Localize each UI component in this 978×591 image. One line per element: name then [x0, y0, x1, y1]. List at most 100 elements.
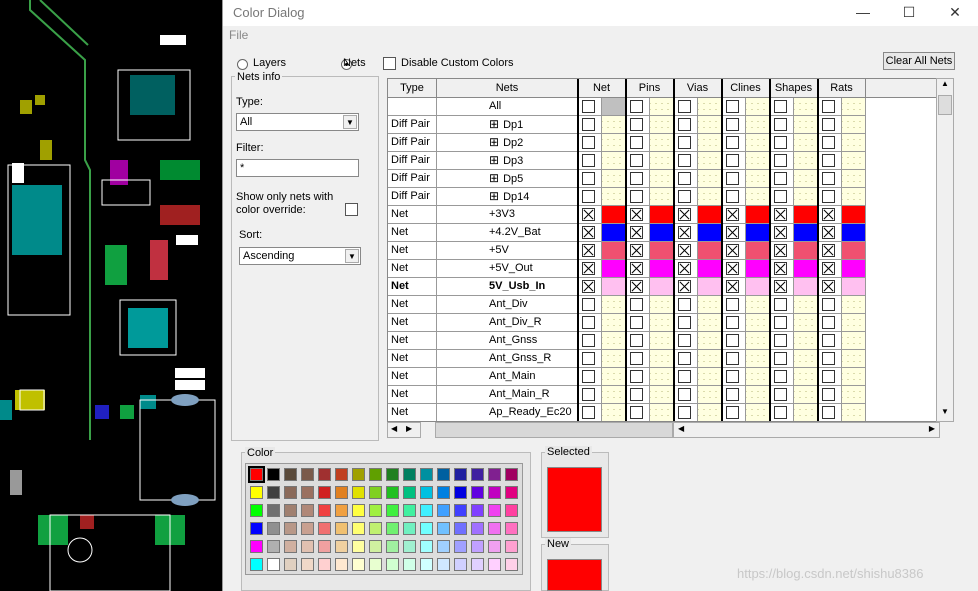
override-checkbox-cell[interactable]: [578, 296, 602, 314]
table-row[interactable]: Net +5V: [388, 242, 939, 260]
override-checkbox[interactable]: [630, 136, 643, 149]
palette-swatch[interactable]: [267, 486, 280, 499]
override-checkbox[interactable]: [630, 100, 643, 113]
override-checkbox-cell[interactable]: [818, 134, 842, 152]
palette-swatch[interactable]: [403, 540, 416, 553]
table-row[interactable]: Diff Pair ⊞ Dp14: [388, 188, 939, 206]
override-checkbox[interactable]: [822, 370, 835, 383]
override-checkbox-cell[interactable]: [722, 278, 746, 296]
color-swatch-cell[interactable]: [842, 350, 866, 368]
override-checkbox[interactable]: [630, 244, 643, 257]
color-swatch-cell[interactable]: [650, 296, 674, 314]
column-header[interactable]: Shapes: [770, 79, 818, 98]
color-swatch-cell[interactable]: [650, 368, 674, 386]
override-checkbox-cell[interactable]: [818, 332, 842, 350]
color-swatch-cell[interactable]: [794, 188, 818, 206]
palette-swatch[interactable]: [250, 558, 263, 571]
override-checkbox[interactable]: [726, 352, 739, 365]
color-swatch-cell[interactable]: [842, 314, 866, 332]
minimize-button[interactable]: —: [841, 0, 885, 26]
override-checkbox-cell[interactable]: [626, 152, 650, 170]
override-checkbox-cell[interactable]: [626, 98, 650, 116]
color-swatch-cell[interactable]: [650, 188, 674, 206]
palette-swatch[interactable]: [352, 504, 365, 517]
color-swatch-cell[interactable]: [794, 404, 818, 421]
override-checkbox-cell[interactable]: [770, 386, 794, 404]
palette-swatch[interactable]: [454, 522, 467, 535]
override-checkbox[interactable]: [726, 388, 739, 401]
color-swatch-cell[interactable]: [746, 368, 770, 386]
override-checkbox-cell[interactable]: [674, 134, 698, 152]
color-swatch-cell[interactable]: [650, 278, 674, 296]
override-checkbox-cell[interactable]: [722, 314, 746, 332]
override-checkbox[interactable]: [582, 190, 595, 203]
override-checkbox[interactable]: [822, 100, 835, 113]
override-checkbox[interactable]: [630, 406, 643, 419]
pcb-canvas[interactable]: [0, 0, 222, 591]
override-checkbox-cell[interactable]: [578, 170, 602, 188]
override-checkbox-cell[interactable]: [818, 260, 842, 278]
palette-swatch[interactable]: [386, 486, 399, 499]
palette-swatch[interactable]: [505, 486, 518, 499]
override-checkbox[interactable]: [582, 352, 595, 365]
override-checkbox[interactable]: [678, 406, 691, 419]
override-checkbox-cell[interactable]: [674, 116, 698, 134]
override-checkbox[interactable]: [582, 370, 595, 383]
override-checkbox-cell[interactable]: [674, 224, 698, 242]
palette-swatch[interactable]: [420, 522, 433, 535]
override-checkbox[interactable]: [774, 352, 787, 365]
color-swatch-cell[interactable]: [650, 170, 674, 188]
override-checkbox[interactable]: [630, 226, 643, 239]
override-checkbox[interactable]: [582, 100, 595, 113]
override-checkbox-cell[interactable]: [578, 404, 602, 421]
override-checkbox[interactable]: [630, 154, 643, 167]
palette-swatch[interactable]: [386, 522, 399, 535]
color-swatch-cell[interactable]: [602, 350, 626, 368]
table-row[interactable]: Net Ant_Gnss_R: [388, 350, 939, 368]
override-checkbox[interactable]: [774, 280, 787, 293]
scroll-left-icon[interactable]: ◀: [678, 424, 684, 433]
override-checkbox-cell[interactable]: [578, 368, 602, 386]
override-checkbox-cell[interactable]: [770, 368, 794, 386]
color-swatch-cell[interactable]: [842, 368, 866, 386]
override-checkbox-cell[interactable]: [626, 188, 650, 206]
override-checkbox[interactable]: [582, 334, 595, 347]
override-checkbox[interactable]: [582, 154, 595, 167]
override-checkbox-cell[interactable]: [770, 350, 794, 368]
override-checkbox[interactable]: [774, 244, 787, 257]
override-checkbox-cell[interactable]: [818, 314, 842, 332]
override-checkbox[interactable]: [774, 100, 787, 113]
palette-swatch[interactable]: [250, 504, 263, 517]
palette-swatch[interactable]: [420, 540, 433, 553]
color-swatch-cell[interactable]: [842, 242, 866, 260]
color-swatch-cell[interactable]: [794, 314, 818, 332]
color-swatch-cell[interactable]: [602, 224, 626, 242]
palette-swatch[interactable]: [250, 540, 263, 553]
palette-swatch[interactable]: [267, 540, 280, 553]
color-swatch-cell[interactable]: [794, 152, 818, 170]
color-swatch-cell[interactable]: [842, 152, 866, 170]
color-swatch-cell[interactable]: [602, 332, 626, 350]
color-palette[interactable]: [245, 463, 523, 575]
color-swatch-cell[interactable]: [650, 224, 674, 242]
color-swatch-cell[interactable]: [794, 116, 818, 134]
override-checkbox[interactable]: [726, 118, 739, 131]
filter-input[interactable]: *: [236, 159, 359, 177]
override-checkbox-cell[interactable]: [818, 386, 842, 404]
palette-swatch[interactable]: [437, 504, 450, 517]
override-checkbox[interactable]: [726, 100, 739, 113]
override-checkbox[interactable]: [678, 226, 691, 239]
color-swatch-cell[interactable]: [746, 152, 770, 170]
color-swatch-cell[interactable]: [698, 368, 722, 386]
override-checkbox-cell[interactable]: [722, 260, 746, 278]
palette-swatch[interactable]: [437, 522, 450, 535]
column-header[interactable]: Clines: [722, 79, 770, 98]
table-row[interactable]: Diff Pair ⊞ Dp1: [388, 116, 939, 134]
color-swatch-cell[interactable]: [746, 386, 770, 404]
override-checkbox-cell[interactable]: [626, 296, 650, 314]
palette-swatch[interactable]: [284, 558, 297, 571]
color-swatch-cell[interactable]: [746, 170, 770, 188]
override-checkbox-cell[interactable]: [578, 332, 602, 350]
color-swatch-cell[interactable]: [794, 260, 818, 278]
override-checkbox[interactable]: [630, 172, 643, 185]
